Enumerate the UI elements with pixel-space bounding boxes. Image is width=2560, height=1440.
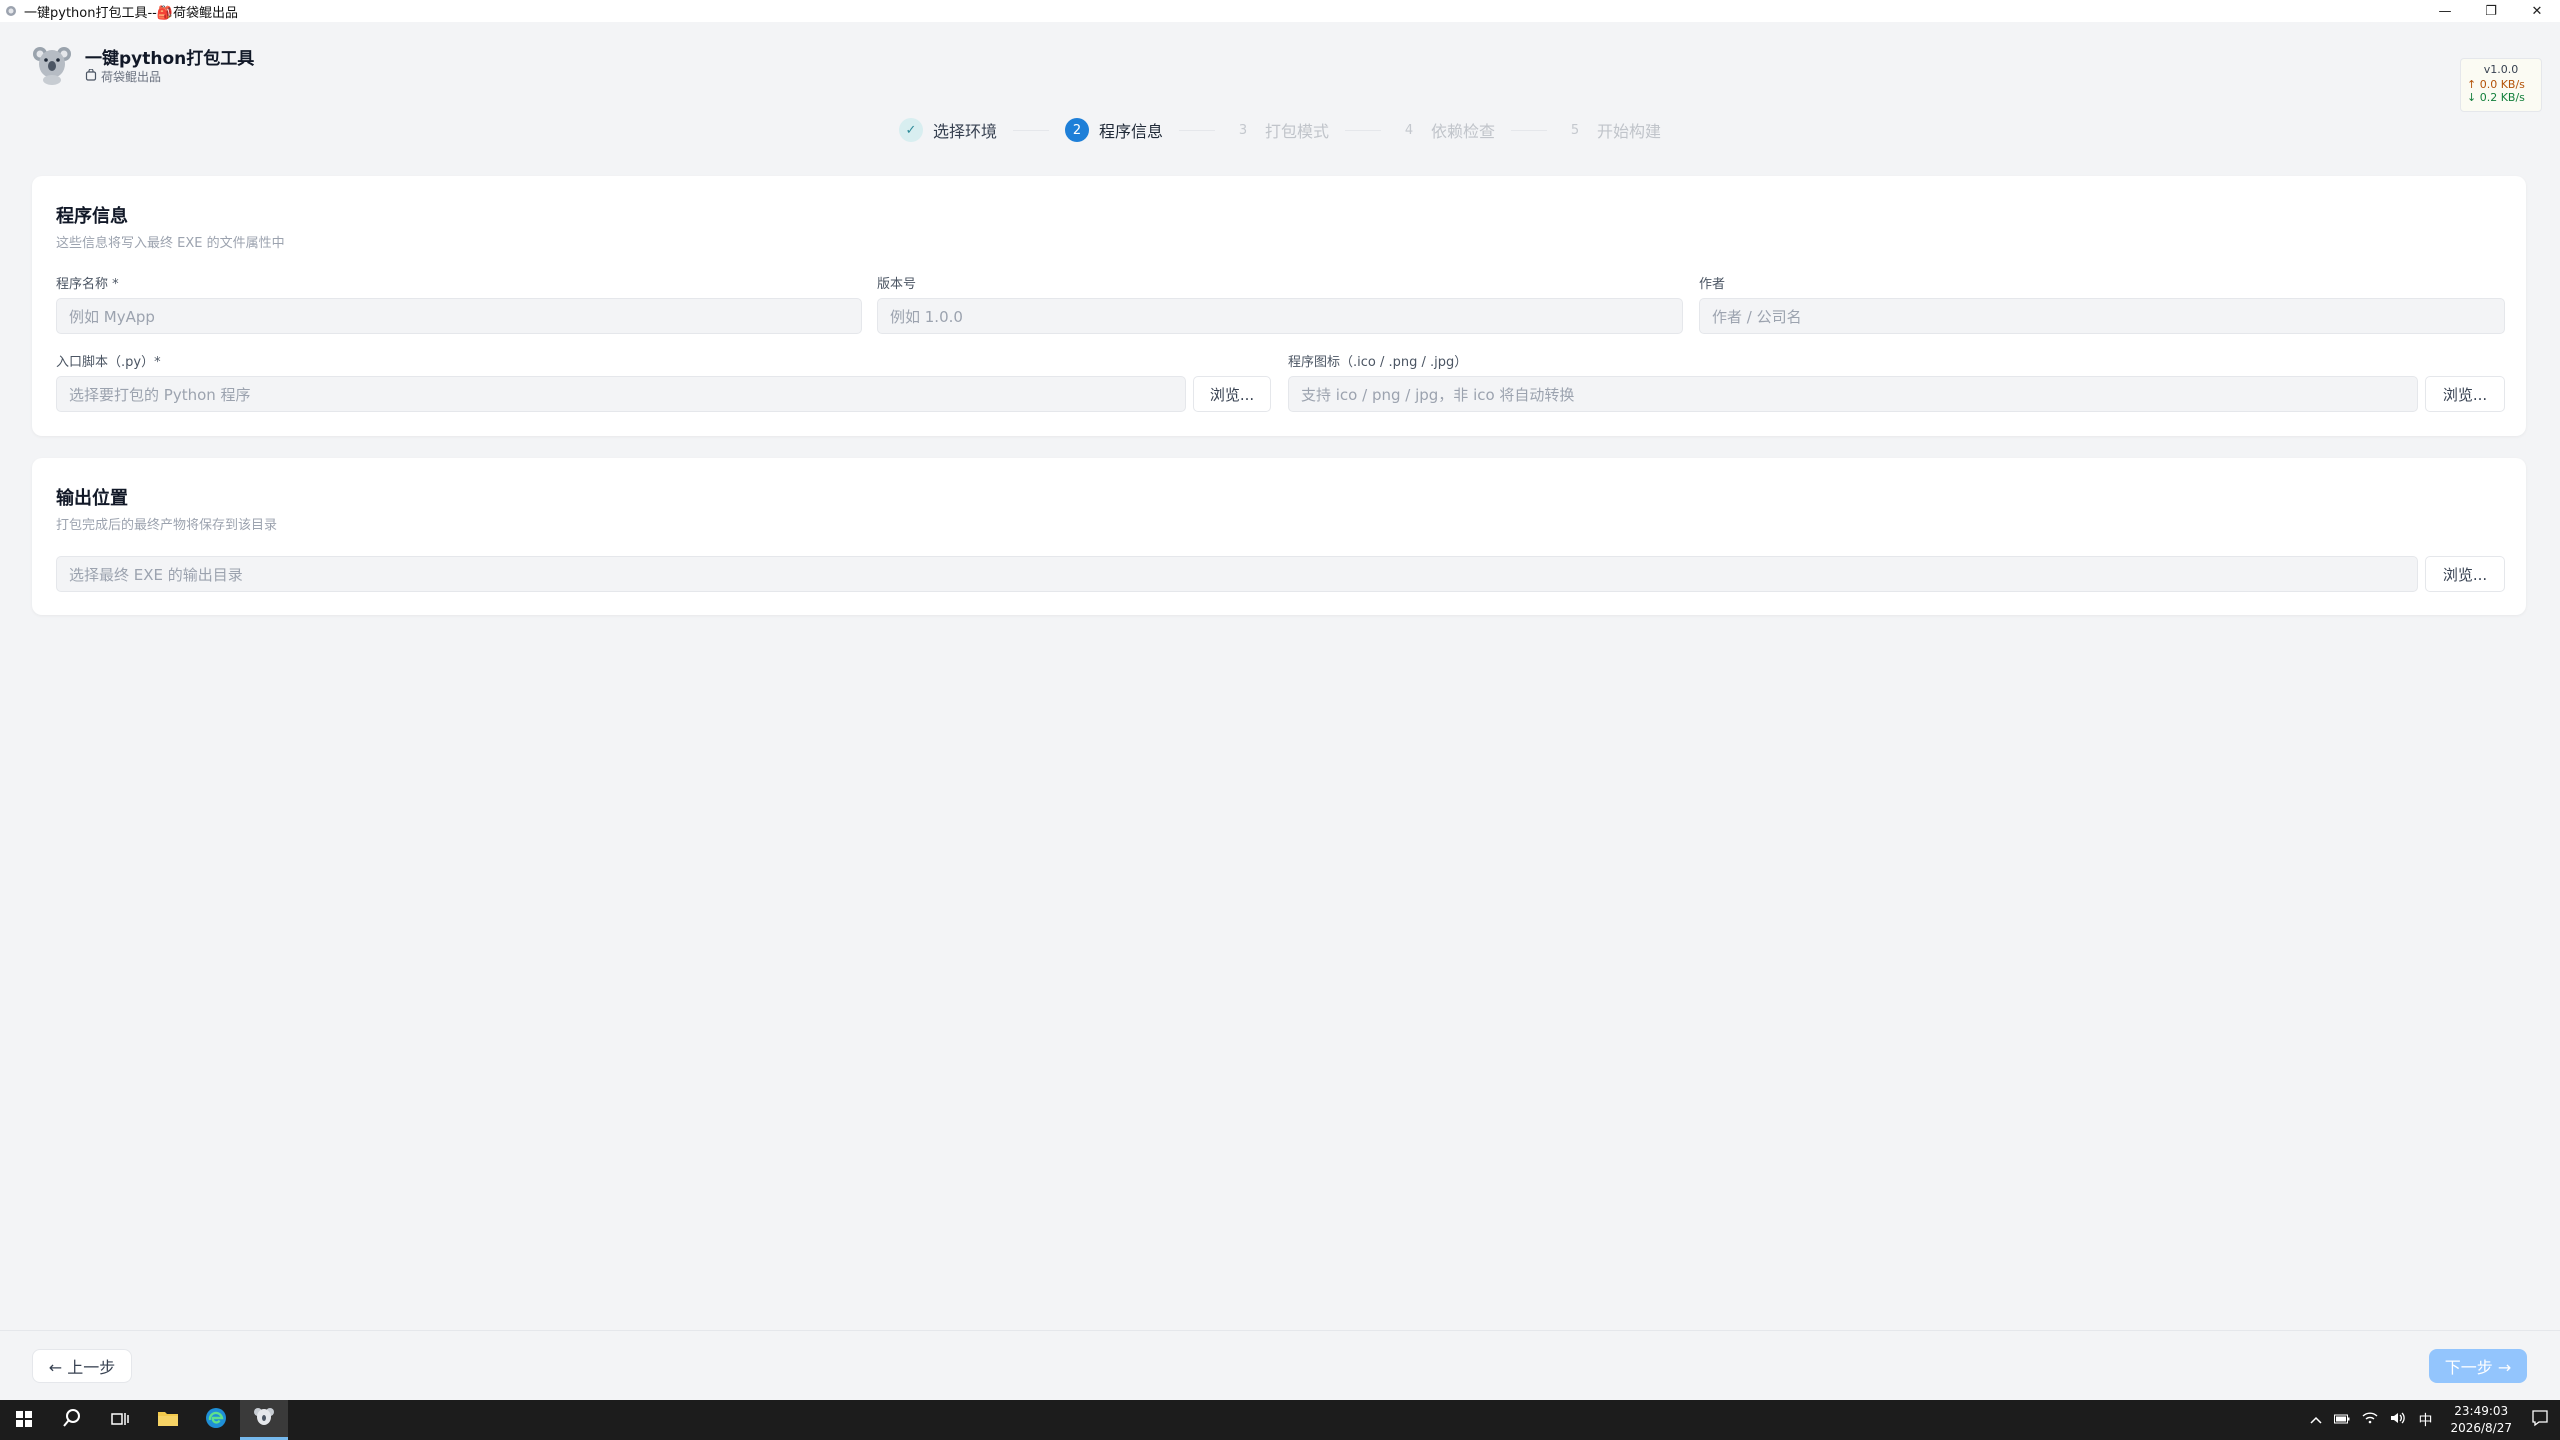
entry-browse-button[interactable]: 浏览... <box>1193 376 1271 412</box>
notification-button[interactable] <box>2520 1400 2560 1440</box>
network-speed-widget: v1.0.0 ↑ 0.0 KB/s ↓ 0.2 KB/s <box>2460 58 2542 112</box>
wifi-icon[interactable] <box>2362 1412 2378 1428</box>
clock-date: 2026/8/27 <box>2450 1421 2512 1435</box>
step-check-icon: ✓ <box>898 118 923 142</box>
task-view-icon <box>111 1408 129 1432</box>
folder-icon <box>157 1408 179 1432</box>
app-name: 一键python打包工具 <box>85 49 255 69</box>
edge-browser-icon <box>205 1407 227 1434</box>
task-view-button[interactable] <box>96 1400 144 1440</box>
close-button[interactable]: ✕ <box>2514 0 2560 22</box>
clock-time: 23:49:03 <box>2454 1404 2509 1418</box>
taskbar-search-button[interactable] <box>48 1400 96 1440</box>
koala-app-icon <box>253 1405 275 1432</box>
minimize-button[interactable]: — <box>2422 0 2468 22</box>
wizard-stepper: ✓ 选择环境 2 程序信息 3 打包模式 4 依赖检查 5 开始构建 <box>0 118 2560 142</box>
version-label: 版本号 <box>877 277 917 292</box>
step-select-env[interactable]: ✓ 选择环境 <box>898 118 997 142</box>
output-location-card: 输出位置 打包完成后的最终产物将保存到该目录 选择最终 EXE 的输出目录 浏览… <box>32 458 2526 615</box>
upload-speed: ↑ 0.0 KB/s <box>2467 78 2525 91</box>
step-label: 打包模式 <box>1264 122 1329 141</box>
step-connector <box>1178 129 1215 131</box>
windows-taskbar: 中 23:49:03 2026/8/27 <box>0 1400 2560 1440</box>
step-label: 程序信息 <box>1098 122 1163 141</box>
step-number: 3 <box>1238 122 1248 138</box>
program-name-label: 程序名称 * <box>56 277 119 292</box>
step-start-build: 5 开始构建 <box>1563 118 1661 142</box>
taskbar-clock[interactable]: 23:49:03 2026/8/27 <box>2450 1403 2512 1437</box>
entry-script-input[interactable]: 选择要打包的 Python 程序 <box>56 376 1186 412</box>
taskbar-packager-app[interactable] <box>240 1400 288 1440</box>
taskbar-file-explorer[interactable] <box>144 1400 192 1440</box>
step-label: 选择环境 <box>932 122 997 141</box>
app-small-icon <box>4 4 18 18</box>
program-info-card: 程序信息 这些信息将写入最终 EXE 的文件属性中 程序名称 * 例如 MyAp… <box>32 176 2526 436</box>
step-connector <box>1012 129 1049 131</box>
koala-logo-icon <box>32 42 72 86</box>
battery-icon[interactable] <box>2334 1412 2350 1428</box>
step-number: 4 <box>1404 122 1414 138</box>
icon-browse-button[interactable]: 浏览... <box>2425 376 2505 412</box>
card-description: 打包完成后的最终产物将保存到该目录 <box>56 518 278 533</box>
restore-button[interactable]: ❐ <box>2468 0 2514 22</box>
card-title: 程序信息 <box>56 206 128 227</box>
version-label: v1.0.0 <box>2483 63 2519 76</box>
window-title: 一键python打包工具--🎒荷袋鲲出品 <box>24 5 239 21</box>
download-speed: ↓ 0.2 KB/s <box>2467 91 2525 104</box>
step-number: 5 <box>1570 122 1580 138</box>
step-program-info[interactable]: 2 程序信息 <box>1064 118 1163 142</box>
chevron-up-icon[interactable] <box>2310 1412 2322 1428</box>
icon-input[interactable]: 支持 ico / png / jpg，非 ico 将自动转换 <box>1288 376 2418 412</box>
step-connector <box>1345 129 1381 131</box>
program-name-input[interactable]: 例如 MyApp <box>56 298 862 334</box>
start-button[interactable] <box>0 1400 48 1440</box>
next-step-button[interactable]: 下一步 → <box>2429 1349 2527 1383</box>
card-description: 这些信息将写入最终 EXE 的文件属性中 <box>56 236 285 251</box>
output-dir-input[interactable]: 选择最终 EXE 的输出目录 <box>56 556 2418 592</box>
card-title: 输出位置 <box>56 488 128 509</box>
search-icon <box>62 1408 82 1433</box>
version-input[interactable]: 例如 1.0.0 <box>877 298 1683 334</box>
app-header: 一键python打包工具 荷袋鲲出品 v1.0.0 ↑ 0.0 KB/s ↓ 0… <box>0 22 2560 172</box>
step-package-mode: 3 打包模式 <box>1231 118 1329 142</box>
ime-indicator[interactable]: 中 <box>2418 1410 2432 1430</box>
output-browse-button[interactable]: 浏览... <box>2425 556 2505 592</box>
step-number: 2 <box>1064 118 1089 142</box>
step-dependency-check: 4 依赖检查 <box>1397 118 1495 142</box>
prev-step-button[interactable]: ← 上一步 <box>32 1349 132 1383</box>
window-titlebar: 一键python打包工具--🎒荷袋鲲出品 — ❐ ✕ <box>0 0 2560 22</box>
step-label: 开始构建 <box>1597 122 1662 141</box>
footer-divider <box>0 1330 2560 1331</box>
windows-logo-icon <box>16 1408 32 1432</box>
step-connector <box>1511 129 1548 131</box>
app-subtitle-text: 荷袋鲲出品 <box>101 70 162 84</box>
app-subtitle: 荷袋鲲出品 <box>85 68 161 85</box>
volume-icon[interactable] <box>2390 1411 2406 1429</box>
entry-script-label: 入口脚本（.py）* <box>56 355 161 370</box>
author-input[interactable]: 作者 / 公司名 <box>1699 298 2505 334</box>
system-tray: 中 <box>2310 1410 2432 1430</box>
step-label: 依赖检查 <box>1431 122 1496 141</box>
icon-label: 程序图标（.ico / .png / .jpg） <box>1288 355 1468 370</box>
author-label: 作者 <box>1699 277 1726 292</box>
notification-icon <box>2531 1409 2549 1432</box>
taskbar-edge-browser[interactable] <box>192 1400 240 1440</box>
bag-icon <box>85 68 97 84</box>
